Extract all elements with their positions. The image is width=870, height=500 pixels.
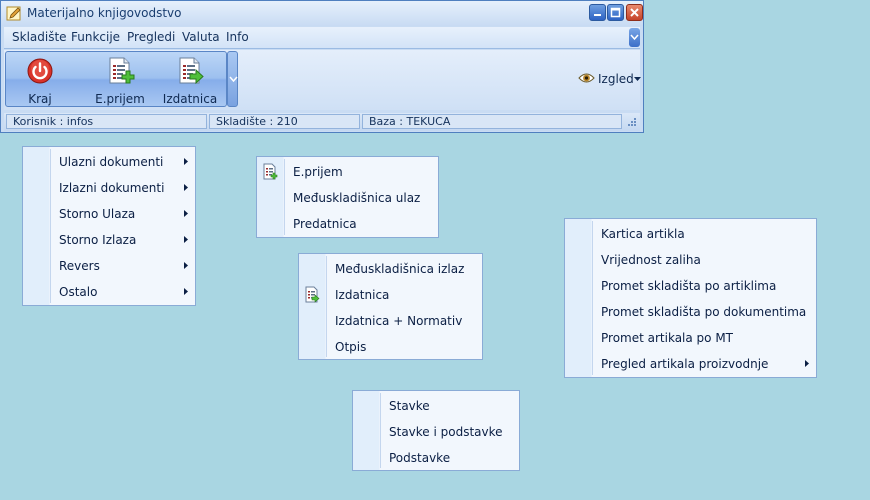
menu-item-label: Revers xyxy=(59,259,100,273)
e-prijem-button[interactable]: E.prijem xyxy=(88,54,152,106)
menu-item-revers[interactable]: Revers xyxy=(23,253,195,279)
menu-item-label: Promet artikala po MT xyxy=(601,331,734,345)
menu-item-label: Predatnica xyxy=(293,217,357,231)
izgled-label: Izgled xyxy=(598,72,634,86)
close-icon xyxy=(630,8,639,17)
menu-valuta[interactable]: Valuta xyxy=(182,30,220,44)
kraj-button[interactable]: Kraj xyxy=(14,54,66,106)
kraj-label: Kraj xyxy=(28,92,52,106)
menu-item-promet-skladista-po-dokumentima[interactable]: Promet skladišta po dokumentima xyxy=(565,299,816,325)
status-warehouse: Skladište : 210 xyxy=(209,114,360,129)
menu-item-izdatnica-normativ[interactable]: Izdatnica + Normativ xyxy=(299,308,482,334)
menu-pregledi[interactable]: Pregledi xyxy=(127,30,175,44)
submenu-arrow-icon xyxy=(184,236,188,243)
app-pencil-icon xyxy=(6,6,21,21)
menu-item-vrijednost-zaliha[interactable]: Vrijednost zaliha xyxy=(565,247,816,273)
document-add-icon xyxy=(263,163,278,180)
menu-item-label: Podstavke xyxy=(389,451,451,465)
status-database: Baza : TEKUCA xyxy=(362,114,622,129)
menu-item-label: Ostalo xyxy=(59,285,98,299)
menu-item-label: Međuskladišnica izlaz xyxy=(335,262,465,276)
resize-grip-icon[interactable] xyxy=(627,117,637,127)
title-bar[interactable]: Materijalno knjigovodstvo xyxy=(1,1,643,26)
izdatnica-label: Izdatnica xyxy=(162,92,218,106)
menu-item-label: Izdatnica + Normativ xyxy=(335,314,463,328)
chevron-down-icon xyxy=(630,34,639,41)
menu-item-label: Ulazni dokumenti xyxy=(59,155,164,169)
menu-item-otpis[interactable]: Otpis xyxy=(299,334,482,360)
menu-item-label: Izlazni dokumenti xyxy=(59,181,165,195)
menu-item-kartica-artikla[interactable]: Kartica artikla xyxy=(565,221,816,247)
submenu-arrow-icon xyxy=(184,184,188,191)
menu-item-label: Međuskladišnica ulaz xyxy=(293,191,421,205)
maximize-button[interactable] xyxy=(607,4,624,21)
menu-info[interactable]: Info xyxy=(226,30,249,44)
menu-item-promet-skladista-po-artiklima[interactable]: Promet skladišta po artiklima xyxy=(565,273,816,299)
menu-bar: Skladište Funkcije Pregledi Valuta Info xyxy=(4,27,640,49)
toolbar-overflow-button[interactable] xyxy=(227,51,238,107)
minimize-button[interactable] xyxy=(589,4,606,21)
menu-funkcije[interactable]: Funkcije xyxy=(71,30,120,44)
menu-item-ulazni-dokumenti[interactable]: Ulazni dokumenti xyxy=(23,149,195,175)
menu-item-e-prijem[interactable]: E.prijem xyxy=(257,159,438,185)
menu-item-label: Storno Ulaza xyxy=(59,207,136,221)
menu-item-meduskladisnica-izlaz[interactable]: Međuskladišnica izlaz xyxy=(299,256,482,282)
maximize-icon xyxy=(610,7,621,18)
menu-item-label: Stavke xyxy=(389,399,430,413)
menu-item-stavke[interactable]: Stavke xyxy=(353,393,519,419)
submenu-arrow-icon xyxy=(184,210,188,217)
stavke-submenu: Stavke Stavke i podstavke Podstavke xyxy=(352,390,520,471)
application-window: Materijalno knjigovodstvo Skladište Funk… xyxy=(0,0,644,133)
document-export-icon xyxy=(179,57,204,85)
menu-item-label: Vrijednost zaliha xyxy=(601,253,701,267)
window-title: Materijalno knjigovodstvo xyxy=(27,6,182,20)
menu-item-storno-izlaza[interactable]: Storno Izlaza xyxy=(23,227,195,253)
menu-item-ostalo[interactable]: Ostalo xyxy=(23,279,195,305)
menu-item-izdatnica[interactable]: Izdatnica xyxy=(299,282,482,308)
pregledi-dropdown-menu: Kartica artikla Vrijednost zaliha Promet… xyxy=(564,218,817,378)
status-user: Korisnik : infos xyxy=(6,114,207,129)
menu-item-promet-artikala-po-mt[interactable]: Promet artikala po MT xyxy=(565,325,816,351)
minimize-icon xyxy=(594,14,601,16)
menu-item-storno-ulaza[interactable]: Storno Ulaza xyxy=(23,201,195,227)
izdatnica-button[interactable]: Izdatnica xyxy=(158,54,222,106)
caret-down-icon xyxy=(634,77,641,81)
menu-item-label: Stavke i podstavke xyxy=(389,425,503,439)
menu-item-label: Storno Izlaza xyxy=(59,233,137,247)
status-bar: Korisnik : infos Skladište : 210 Baza : … xyxy=(4,113,640,131)
ulazni-dokumenti-submenu: E.prijem Međuskladišnica ulaz Predatnica xyxy=(256,156,439,238)
menu-item-pregled-artikala-proizvodnje[interactable]: Pregled artikala proizvodnje xyxy=(565,351,816,377)
menu-overflow-button[interactable] xyxy=(629,28,640,47)
menu-item-label: Promet skladišta po dokumentima xyxy=(601,305,807,319)
submenu-arrow-icon xyxy=(805,360,809,367)
menu-item-meduskladisnica-ulaz[interactable]: Međuskladišnica ulaz xyxy=(257,185,438,211)
menu-item-label: Kartica artikla xyxy=(601,227,685,241)
eye-icon xyxy=(578,73,595,83)
skladiste-dropdown-menu: Ulazni dokumenti Izlazni dokumenti Storn… xyxy=(22,146,196,306)
menu-item-izlazni-dokumenti[interactable]: Izlazni dokumenti xyxy=(23,175,195,201)
chevron-down-icon xyxy=(229,76,238,83)
submenu-arrow-icon xyxy=(184,158,188,165)
menu-item-label: Promet skladišta po artiklima xyxy=(601,279,777,293)
toolbar: Kraj E.prijem Izdatnica Izgled xyxy=(4,50,641,110)
menu-item-predatnica[interactable]: Predatnica xyxy=(257,211,438,237)
menu-item-podstavke[interactable]: Podstavke xyxy=(353,445,519,471)
toolbar-button-group: Kraj E.prijem Izdatnica xyxy=(5,51,227,107)
power-icon xyxy=(27,58,53,84)
menu-skladiste[interactable]: Skladište xyxy=(12,30,67,44)
close-button[interactable] xyxy=(626,4,643,21)
menu-item-label: E.prijem xyxy=(293,165,343,179)
menu-item-label: Izdatnica xyxy=(335,288,390,302)
submenu-arrow-icon xyxy=(184,262,188,269)
document-add-icon xyxy=(109,57,135,84)
menu-item-stavke-i-podstavke[interactable]: Stavke i podstavke xyxy=(353,419,519,445)
menu-item-label: Otpis xyxy=(335,340,367,354)
izlazni-dokumenti-submenu: Međuskladišnica izlaz Izdatnica Izdatnic… xyxy=(298,253,483,360)
e-prijem-label: E.prijem xyxy=(95,92,145,106)
menu-item-label: Pregled artikala proizvodnje xyxy=(601,357,769,371)
submenu-arrow-icon xyxy=(184,288,188,295)
document-export-icon xyxy=(305,286,320,303)
